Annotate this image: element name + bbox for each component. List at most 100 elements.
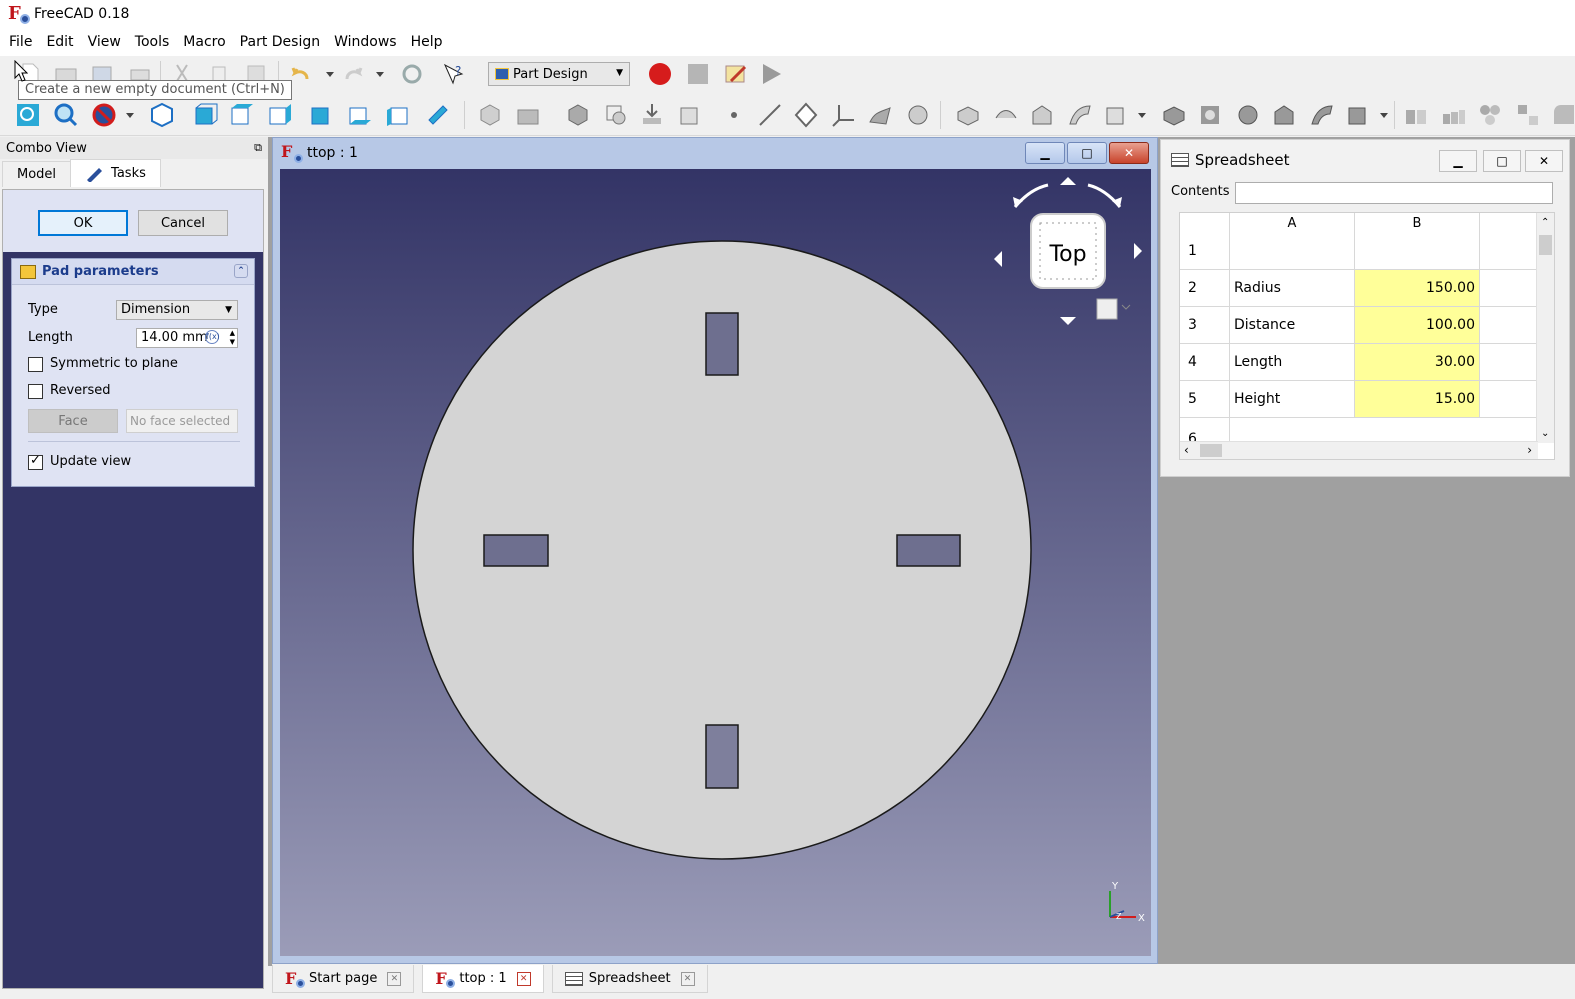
pad-parameters-header[interactable]: Pad parameters ⌃ [12, 259, 254, 285]
minimize-button[interactable]: ▁ [1439, 150, 1477, 172]
menu-windows[interactable]: Windows [327, 28, 404, 56]
tab-spreadsheet[interactable]: Spreadsheet ✕ [551, 965, 708, 993]
create-part-icon[interactable] [514, 101, 542, 129]
spin-arrows-icon[interactable]: ▲ ▼ [230, 329, 235, 347]
scroll-left-icon[interactable]: ‹ [1184, 443, 1189, 457]
table-cell[interactable]: 15.00 [1355, 381, 1480, 418]
table-cell[interactable] [1480, 344, 1540, 381]
menu-tools[interactable]: Tools [128, 28, 177, 56]
tab-ttop[interactable]: F ttop : 1 ✕ [422, 965, 544, 993]
nav-left-arrow-icon[interactable] [994, 251, 1002, 267]
scroll-thumb[interactable] [1539, 235, 1552, 255]
shape-binder-icon[interactable] [564, 101, 592, 129]
slot-right[interactable] [896, 534, 961, 567]
subtractive-pipe-icon[interactable] [1308, 101, 1336, 129]
loft-icon[interactable] [1028, 101, 1056, 129]
scroll-right-icon[interactable]: › [1527, 443, 1532, 457]
menu-view[interactable]: View [81, 28, 128, 56]
subtractive-primitive-icon[interactable] [1344, 101, 1372, 129]
macro-editor-icon[interactable] [722, 60, 750, 88]
rotate-right-icon[interactable] [1087, 183, 1122, 208]
scroll-thumb[interactable] [1200, 444, 1222, 457]
groove-icon[interactable] [1234, 101, 1262, 129]
nav-right-arrow-icon[interactable] [1134, 243, 1142, 259]
datum-plane-icon[interactable] [792, 101, 820, 129]
validate-sketch-icon[interactable] [904, 101, 932, 129]
table-cell[interactable]: 150.00 [1355, 270, 1480, 307]
fillet-icon[interactable] [1550, 101, 1575, 129]
table-cell[interactable] [1480, 270, 1540, 307]
clone-icon[interactable] [602, 101, 630, 129]
close-tab-icon[interactable]: ✕ [516, 971, 531, 986]
redo-dropdown-icon[interactable] [366, 60, 394, 88]
tab-tasks[interactable]: Tasks [70, 159, 161, 187]
record-macro-icon[interactable] [646, 60, 674, 88]
linear-pattern-icon[interactable] [1440, 101, 1468, 129]
cancel-button[interactable]: Cancel [138, 210, 228, 236]
right-view-icon[interactable] [266, 101, 294, 129]
fit-all-icon[interactable] [14, 101, 42, 129]
column-header-a[interactable]: A [1230, 213, 1355, 270]
navigation-cube[interactable]: Top [994, 177, 1142, 325]
row-header[interactable]: 6 [1180, 418, 1230, 443]
mirrored-icon[interactable] [1402, 101, 1430, 129]
type-select[interactable]: Dimension ▼ [116, 300, 238, 320]
sketch-icon[interactable] [866, 101, 894, 129]
table-cell[interactable]: 30.00 [1355, 344, 1480, 381]
rotate-left-icon[interactable] [1013, 183, 1049, 208]
draw-style-dropdown-icon[interactable] [116, 101, 144, 129]
table-cell[interactable] [1480, 381, 1540, 418]
face-button[interactable]: Face [28, 409, 118, 433]
nav-down-arrow-icon[interactable] [1060, 317, 1076, 325]
slot-top[interactable] [705, 312, 739, 376]
hole-icon[interactable] [1196, 101, 1224, 129]
datum-point-icon[interactable] [720, 101, 748, 129]
measure-icon[interactable] [424, 101, 452, 129]
refresh-icon[interactable] [398, 60, 426, 88]
row-header[interactable]: 4 [1180, 344, 1230, 381]
3d-viewport[interactable]: Top Y X Z [280, 169, 1151, 956]
sub-shape-binder-icon[interactable] [638, 101, 666, 129]
view-menu-cube-icon[interactable] [1096, 298, 1118, 320]
create-body-icon[interactable] [476, 101, 504, 129]
table-cell[interactable]: Distance [1230, 307, 1355, 344]
collapse-icon[interactable]: ⌃ [234, 264, 248, 278]
row-header[interactable]: 3 [1180, 307, 1230, 344]
front-view-icon[interactable] [192, 101, 220, 129]
vertical-scrollbar[interactable]: ⌃ ⌄ [1536, 213, 1554, 443]
datum-icon[interactable] [676, 101, 704, 129]
additive-dropdown-icon[interactable] [1128, 101, 1156, 129]
menu-file[interactable]: File [2, 28, 39, 56]
isometric-view-icon[interactable] [148, 101, 176, 129]
ok-button[interactable]: OK [38, 210, 128, 236]
datum-line-icon[interactable] [756, 101, 784, 129]
local-cs-icon[interactable] [830, 101, 858, 129]
maximize-button[interactable]: □ [1483, 150, 1521, 172]
scroll-up-icon[interactable]: ⌃ [1541, 217, 1549, 228]
left-view-icon[interactable] [384, 101, 412, 129]
minimize-button[interactable]: ▁ [1025, 142, 1065, 164]
scroll-down-icon[interactable]: ⌄ [1541, 428, 1549, 439]
update-view-checkbox[interactable] [28, 453, 43, 470]
multi-transform-icon[interactable] [1514, 101, 1542, 129]
slot-bottom[interactable] [705, 724, 739, 789]
workbench-selector[interactable]: Part Design ▼ [488, 62, 630, 86]
rear-view-icon[interactable] [308, 101, 336, 129]
sweep-icon[interactable] [1066, 101, 1094, 129]
close-button[interactable]: ✕ [1525, 150, 1563, 172]
top-view-icon[interactable] [228, 101, 256, 129]
stop-macro-icon[interactable] [684, 60, 712, 88]
column-header-c[interactable] [1480, 213, 1540, 270]
whats-this-icon[interactable]: ? [440, 60, 468, 88]
reversed-checkbox[interactable] [28, 384, 43, 399]
menu-part-design[interactable]: Part Design [233, 28, 327, 56]
maximize-button[interactable]: □ [1067, 142, 1107, 164]
close-button[interactable]: ✕ [1109, 142, 1149, 164]
expression-icon[interactable]: f(x) [205, 330, 220, 344]
revolution-icon[interactable] [992, 101, 1020, 129]
subtractive-loft-icon[interactable] [1270, 101, 1298, 129]
3d-view-titlebar[interactable]: F ttop : 1 ▁ □ ✕ [273, 138, 1157, 168]
table-cell[interactable]: Radius [1230, 270, 1355, 307]
slot-left[interactable] [483, 534, 549, 567]
menu-help[interactable]: Help [404, 28, 450, 56]
